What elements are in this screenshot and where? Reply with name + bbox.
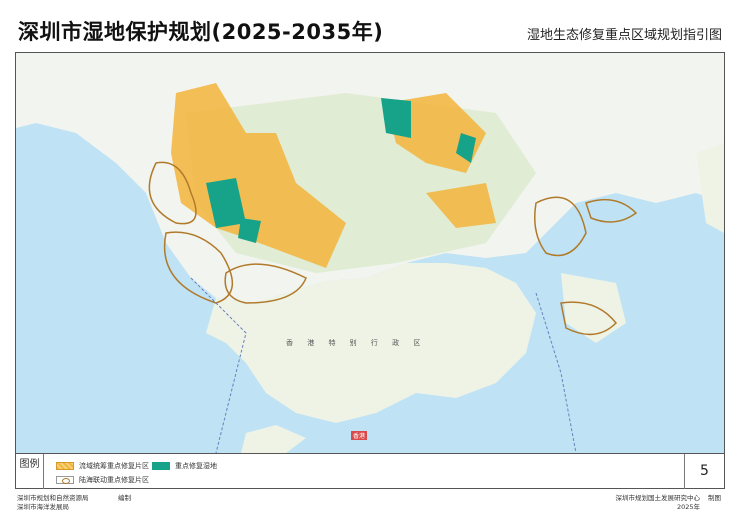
hk-city-label: 香港 [351, 431, 368, 440]
map-subtitle: 湿地生态修复重点区域规划指引图 [526, 28, 722, 43]
footer-year: 2025年 [676, 503, 700, 511]
legend-label: 流域统筹重点修复片区 [79, 462, 149, 470]
footer-mapper: 深圳市规划国土发展研究中心 [615, 494, 701, 502]
page-number: 5 [684, 454, 724, 489]
teal-swatch-icon [152, 462, 170, 470]
hk-region-label: 香 港 特 别 行 政 区 [286, 339, 427, 347]
footer-drawn: 制图 [708, 494, 721, 502]
hatch-swatch-icon [56, 462, 74, 470]
legend-item-basin: 流域统筹重点修复片区 [56, 461, 149, 471]
map-frame: 香 港 特 别 行 政 区 香港 图例 流域统筹重点修复片区 重点修复湿地 陆海… [15, 52, 725, 489]
footer-left: 深圳市规划和自然资源局 深圳市海洋发展局 [17, 494, 89, 512]
footer-org1: 深圳市规划和自然资源局 [17, 494, 89, 502]
page-title: 深圳市湿地保护规划(2025-2035年) [18, 20, 384, 44]
footer-compiled: 编制 [118, 494, 131, 502]
map-drawing [16, 53, 724, 453]
legend-item-wetland: 重点修复湿地 [152, 461, 217, 471]
footer-org2: 深圳市海洋发展局 [17, 503, 69, 511]
legend-title: 图例 [16, 454, 44, 489]
legend-label: 重点修复湿地 [175, 462, 217, 470]
ring-swatch-icon [56, 476, 74, 484]
footer-right: 深圳市规划国土发展研究中心 2025年 [612, 494, 701, 512]
legend-label: 陆海联动重点修复片区 [79, 476, 149, 484]
legend-item-landsea: 陆海联动重点修复片区 [56, 475, 149, 485]
legend: 图例 流域统筹重点修复片区 重点修复湿地 陆海联动重点修复片区 5 [16, 453, 724, 489]
map-canvas[interactable]: 香 港 特 别 行 政 区 香港 [16, 53, 724, 453]
